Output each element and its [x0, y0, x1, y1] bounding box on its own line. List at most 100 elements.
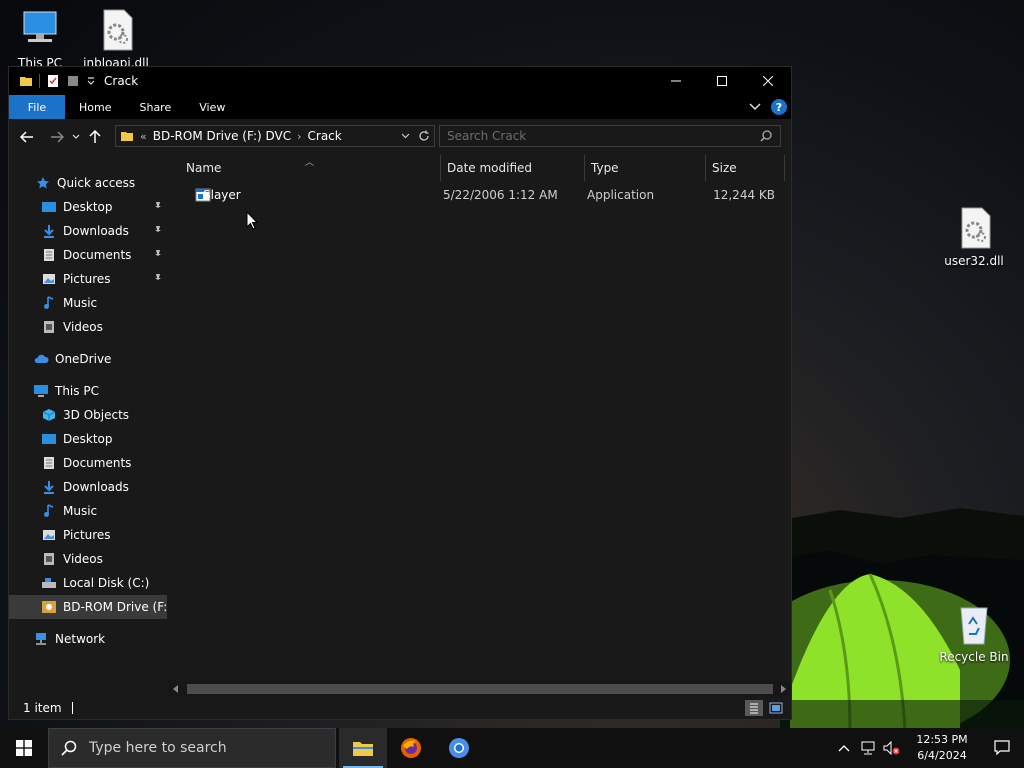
nav-3d-objects[interactable]: 3D Objects — [9, 403, 167, 427]
network-status-button[interactable] — [856, 741, 880, 755]
start-button[interactable] — [0, 728, 48, 768]
pin-icon[interactable] — [153, 201, 163, 211]
nav-music[interactable]: Music — [9, 499, 167, 523]
nav-quick-videos[interactable]: Videos — [9, 315, 167, 339]
breadcrumb-crack[interactable]: Crack — [308, 129, 342, 143]
file-row[interactable]: Slayer 5/22/2006 1:12 AM Application 12,… — [179, 185, 783, 207]
desktop-icon-label: user32.dll — [944, 254, 1004, 268]
breadcrumb-drive[interactable]: BD-ROM Drive (F:) DVC — [153, 129, 291, 143]
cloud-icon — [34, 354, 49, 363]
search-box[interactable] — [439, 125, 781, 147]
column-header-size[interactable]: Size — [706, 155, 784, 181]
nav-quick-downloads[interactable]: Downloads — [9, 219, 167, 243]
expand-ribbon-icon[interactable] — [749, 103, 761, 111]
nav-documents[interactable]: Documents — [9, 451, 167, 475]
volume-button[interactable] — [880, 741, 904, 755]
close-icon — [763, 76, 773, 86]
download-arrow-icon — [44, 225, 54, 238]
tab-home[interactable]: Home — [65, 95, 125, 119]
arrow-right-icon — [51, 131, 64, 143]
taskbar-search-box[interactable]: Type here to search — [48, 728, 336, 768]
tab-share[interactable]: Share — [125, 95, 185, 119]
desktop-icon-this-pc[interactable]: This PC — [2, 8, 78, 70]
action-center-button[interactable] — [980, 740, 1024, 756]
minimize-button[interactable] — [653, 67, 699, 95]
horizontal-scrollbar[interactable] — [167, 681, 791, 697]
taskbar-firefox[interactable] — [387, 728, 435, 768]
show-hidden-icons-button[interactable] — [832, 744, 856, 752]
title-bar[interactable]: Crack — [9, 67, 791, 95]
pin-icon[interactable] — [153, 225, 163, 235]
pin-icon[interactable] — [153, 273, 163, 283]
nav-this-pc[interactable]: This PC — [9, 379, 167, 403]
desktop-icon-recycle-bin[interactable]: Recycle Bin — [936, 602, 1012, 664]
scroll-right-icon[interactable] — [781, 685, 787, 693]
chevron-right-icon[interactable]: › — [297, 130, 301, 143]
breadcrumb-overflow[interactable]: « — [140, 130, 147, 143]
system-tray: 12:53 PM 6/4/2024 — [832, 728, 1024, 768]
nav-quick-documents[interactable]: Documents — [9, 243, 167, 267]
tab-file[interactable]: File — [9, 95, 65, 119]
nav-network[interactable]: Network — [9, 627, 167, 651]
file-date-modified: 5/22/2006 1:12 AM — [443, 188, 558, 202]
large-icons-view-button[interactable] — [767, 700, 785, 716]
taskbar-chromium[interactable] — [435, 728, 483, 768]
nav-quick-access[interactable]: Quick access — [9, 171, 167, 195]
this-pc-icon — [23, 11, 57, 42]
nav-desktop[interactable]: Desktop — [9, 427, 167, 451]
nav-label: 3D Objects — [63, 408, 130, 422]
nav-quick-pictures[interactable]: Pictures — [9, 267, 167, 291]
chevron-down-icon[interactable] — [401, 133, 410, 139]
separator — [39, 74, 40, 88]
recent-locations-button[interactable] — [69, 125, 83, 149]
this-pc-icon — [34, 385, 48, 397]
column-label: Size — [712, 161, 737, 175]
chevron-up-icon — [838, 745, 850, 752]
up-button[interactable] — [83, 125, 107, 149]
close-button[interactable] — [745, 67, 791, 95]
search-input[interactable] — [440, 129, 740, 143]
properties-icon[interactable] — [46, 74, 60, 88]
video-icon — [44, 321, 54, 333]
new-folder-icon[interactable] — [66, 74, 80, 88]
desktop-icon-label: Recycle Bin — [939, 650, 1009, 664]
nav-label: Desktop — [63, 432, 113, 446]
nav-quick-music[interactable]: Music — [9, 291, 167, 315]
pin-icon[interactable] — [153, 249, 163, 259]
scroll-left-icon[interactable] — [173, 685, 179, 693]
navigation-pane: Quick access Desktop Downloads Documents… — [9, 155, 167, 697]
desktop-icon-inbloapi-dll[interactable]: inbloapi.dll — [78, 8, 154, 70]
nav-local-disk-c[interactable]: Local Disk (C:) — [9, 571, 167, 595]
column-label: Type — [591, 161, 619, 175]
taskbar-file-explorer[interactable] — [339, 728, 387, 768]
item-count: 1 item — [23, 701, 62, 715]
nav-onedrive[interactable]: OneDrive — [9, 347, 167, 371]
help-icon[interactable]: ? — [771, 99, 787, 115]
nav-pictures[interactable]: Pictures — [9, 523, 167, 547]
column-header-type[interactable]: Type — [585, 155, 705, 181]
details-view-button[interactable] — [745, 700, 763, 716]
tab-view[interactable]: View — [185, 95, 239, 119]
arrow-up-icon — [89, 130, 101, 143]
document-icon — [44, 249, 54, 261]
column-header-name[interactable]: Name — [167, 155, 440, 181]
nav-quick-desktop[interactable]: Desktop — [9, 195, 167, 219]
desktop-icon-user32-dll[interactable]: user32.dll — [936, 206, 1012, 268]
nav-bd-rom-drive[interactable]: BD-ROM Drive (F:) D — [9, 595, 167, 619]
nav-downloads[interactable]: Downloads — [9, 475, 167, 499]
nav-videos[interactable]: Videos — [9, 547, 167, 571]
chevron-down-icon[interactable] — [86, 76, 96, 86]
dll-file-icon — [103, 9, 133, 51]
back-button[interactable] — [15, 125, 39, 149]
column-header-date[interactable]: Date modified — [441, 155, 584, 181]
refresh-icon[interactable] — [418, 130, 430, 142]
address-bar[interactable]: « BD-ROM Drive (F:) DVC › Crack — [115, 125, 435, 147]
nav-label: Quick access — [57, 176, 136, 190]
column-divider[interactable] — [784, 155, 785, 181]
forward-button[interactable] — [45, 125, 69, 149]
nav-label: Documents — [63, 248, 132, 262]
clock-date: 6/4/2024 — [917, 749, 967, 762]
maximize-button[interactable] — [699, 67, 745, 95]
clock[interactable]: 12:53 PM 6/4/2024 — [904, 732, 980, 764]
scrollbar-thumb[interactable] — [187, 684, 773, 694]
